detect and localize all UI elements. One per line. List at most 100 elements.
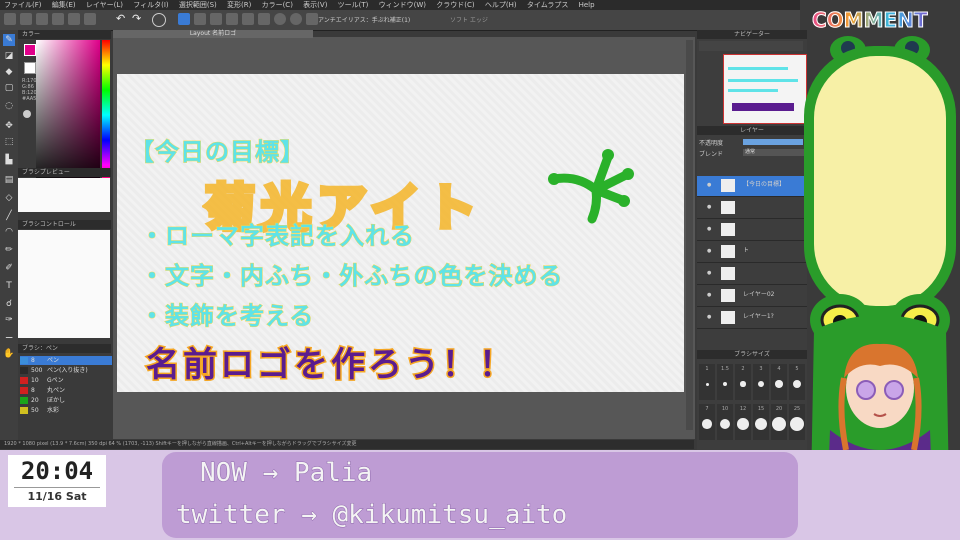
cut-icon[interactable] [52,13,64,25]
layer-row[interactable]: ● [697,220,807,241]
transform-tool-icon[interactable]: ⬚ [3,136,15,148]
menu-layer[interactable]: レイヤー(L) [86,1,123,9]
fit-icon[interactable] [290,13,302,25]
layer-row[interactable]: ● ト [697,242,807,263]
new-icon[interactable] [4,13,16,25]
foreground-color-swatch[interactable] [24,44,36,56]
brush-item[interactable]: 8 ペン [20,356,112,365]
brush-size: 8 [31,387,35,394]
select-tool-icon[interactable]: ▢ [3,82,15,94]
deselect-icon[interactable] [242,13,254,25]
vertical-scrollbar[interactable] [686,40,693,430]
ruler-tool-icon[interactable]: ⚊ [3,330,15,342]
grid-icon[interactable] [306,13,318,25]
navigator-toolbar[interactable] [699,41,803,51]
gradient-tool-icon[interactable]: ▤ [3,174,15,186]
copy-icon[interactable] [68,13,80,25]
layer-visibility-icon[interactable]: ● [707,198,711,216]
menu-view[interactable]: 表示(V) [303,1,327,9]
layer-thumbnail [721,201,735,214]
layer-visibility-icon[interactable]: ● [707,308,711,326]
brush-size-cell[interactable]: 10 [717,404,733,440]
layer-visibility-icon[interactable]: ● [707,264,711,282]
brush-size-cell[interactable]: 3 [753,364,769,400]
brush-size-cell[interactable]: 1.5 [717,364,733,400]
pencil-tool-icon[interactable]: ✏ [3,244,15,256]
layer-visibility-icon[interactable]: ● [707,176,711,194]
menu-tool[interactable]: ツール(T) [338,1,369,9]
brush-item[interactable]: 10 Gペン [20,376,112,385]
select-rect-icon[interactable] [178,13,190,25]
eraser-tool-icon[interactable]: ◪ [3,50,15,62]
brush-tool-icon[interactable]: ✐ [3,262,15,274]
brush-item[interactable]: 8 丸ペン [20,386,112,395]
brush-size-label: 12 [739,406,747,412]
menu-select[interactable]: 選択範囲(S) [179,1,217,9]
layer-row[interactable]: ● 【今日の目標】 [697,176,807,197]
lasso-tool-icon[interactable]: ◌ [3,100,15,112]
pen-tool-icon[interactable]: ✎ [3,34,15,46]
color-panel-title: カラー [18,30,111,39]
undo-icon[interactable]: ↶ [116,13,128,25]
brush-size-cell[interactable]: 4 [771,364,787,400]
layer-visibility-icon[interactable]: ● [707,220,711,238]
redo-icon[interactable]: ↷ [132,13,144,25]
layer-row[interactable]: ● レイヤー1? [697,308,807,329]
layer-row[interactable]: ● [697,264,807,285]
select-wand-icon[interactable] [210,13,222,25]
brush-item[interactable]: 500 ペン(入り抜き) [20,366,112,375]
navigator-thumbnail[interactable] [723,54,807,124]
invert-icon[interactable] [258,13,270,25]
brush-size-cell[interactable]: 12 [735,404,751,440]
menu-filter[interactable]: フィルタ(I) [133,1,168,9]
menu-window[interactable]: ウィンドウ(W) [379,1,426,9]
menu-transform[interactable]: 変形(R) [227,1,251,9]
save-icon[interactable] [36,13,48,25]
layer-visibility-icon[interactable]: ● [707,242,711,260]
text-tool-icon[interactable]: T [3,280,15,292]
blur-tool-icon[interactable]: ◆ [3,66,15,78]
brush-size-cell[interactable]: 15 [753,404,769,440]
eyedropper-tool-icon[interactable]: ✑ [3,314,15,326]
menu-file[interactable]: ファイル(F) [4,1,42,9]
smudge-tool-icon[interactable]: ☌ [3,298,15,310]
layer-visibility-icon[interactable]: ● [707,286,711,304]
fill-tool-icon[interactable]: ▙ [3,154,15,166]
antialias-label[interactable]: アンチエイリアス：手ぶれ補正(1) [318,15,410,24]
layer-row[interactable]: ● レイヤー02 [697,286,807,307]
menu-timelapse[interactable]: タイムラプス [527,1,569,9]
layer-opacity-label: 不透明度 [699,140,724,147]
rotate-icon[interactable] [152,13,166,27]
brush-control-area[interactable] [18,230,110,338]
hand-tool-icon[interactable]: ✋ [3,348,15,360]
open-icon[interactable] [20,13,32,25]
menu-color[interactable]: カラー(C) [262,1,293,9]
shape-tool-icon[interactable]: ◇ [3,192,15,204]
select-lasso-icon[interactable] [194,13,206,25]
soft-edge-label[interactable]: ソフト エッジ [450,15,488,24]
paste-icon[interactable] [84,13,96,25]
menu-help-en[interactable]: Help [579,1,595,9]
brush-size-cell[interactable]: 20 [771,404,787,440]
line-tool-icon[interactable]: ╱ [3,210,15,222]
layer-row[interactable]: ● [697,198,807,219]
curve-tool-icon[interactable]: ◠ [3,226,15,238]
layer-blend-select[interactable]: 通常 [743,149,805,156]
select-all-icon[interactable] [226,13,238,25]
layer-opacity-slider[interactable] [743,139,803,145]
brush-size-cell[interactable]: 1 [699,364,715,400]
color-wheel-icon[interactable] [23,110,31,118]
menu-help[interactable]: ヘルプ(H) [485,1,517,9]
comment-label: COMMENT [812,8,929,33]
menu-cloud[interactable]: クラウド(C) [436,1,474,9]
brush-size-cell[interactable]: 2 [735,364,751,400]
background-color-swatch[interactable] [24,62,36,74]
move-tool-icon[interactable]: ✥ [3,120,15,132]
brush-item[interactable]: 20 ぼかし [20,396,112,405]
document-tab[interactable]: Layout 名前ロゴ [113,30,313,38]
menu-edit[interactable]: 編集(E) [52,1,76,9]
brush-size-cell[interactable]: 7 [699,404,715,440]
zoom-icon[interactable] [274,13,286,25]
brush-item[interactable]: 50 水彩 [20,406,112,415]
now-playing-line: NOW → Palia [199,458,373,489]
